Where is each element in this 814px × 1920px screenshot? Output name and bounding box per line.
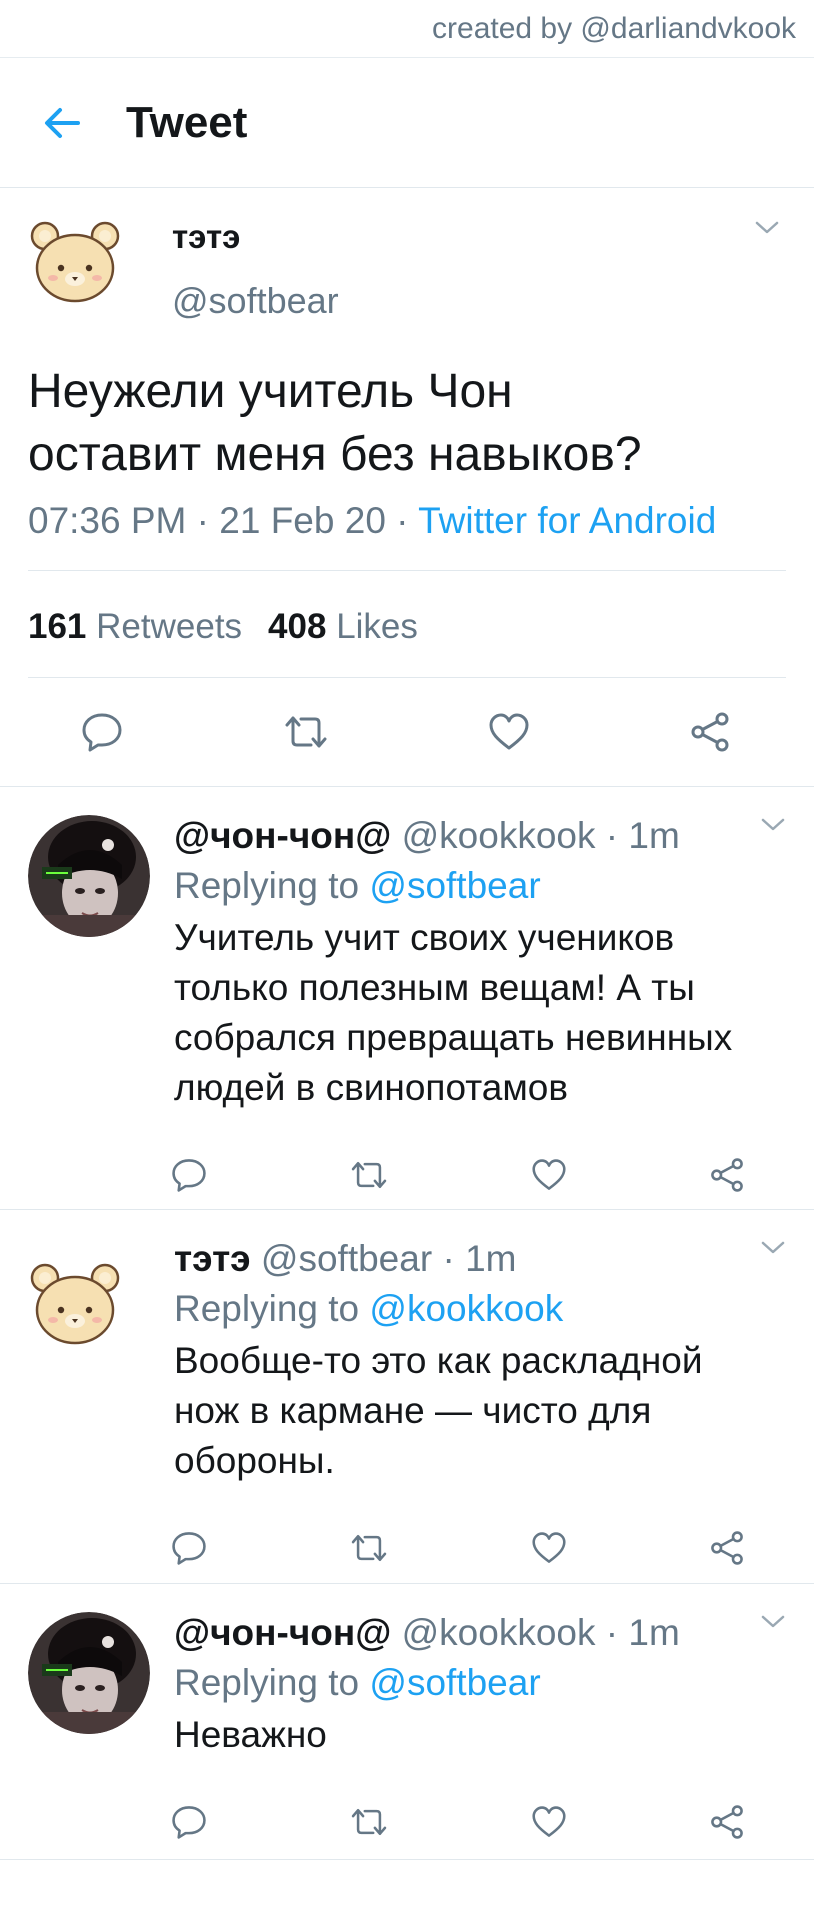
reply-tweet[interactable]: @чон-чон@ @kookkook · 1m Replying to @so… xyxy=(0,787,814,1210)
reply-text-line: людей в свинопотамов xyxy=(174,1067,568,1108)
tweet-text: Неужели учитель Чон оставит меня без нав… xyxy=(28,360,786,486)
chevron-down-icon[interactable] xyxy=(760,1614,786,1630)
reply-icon[interactable] xyxy=(170,1804,208,1840)
chevron-down-icon[interactable] xyxy=(760,817,786,833)
chevron-down-icon[interactable] xyxy=(754,220,780,236)
replying-prefix: Replying to xyxy=(174,1288,370,1329)
separator: · xyxy=(385,500,419,541)
chevron-down-icon[interactable] xyxy=(760,1240,786,1256)
reply-time: 1m xyxy=(628,1612,680,1653)
tweet-text-line: оставит меня без навыков? xyxy=(28,428,642,481)
reply-text: Учитель учит своих учеников только полез… xyxy=(174,913,786,1113)
reply-icon[interactable] xyxy=(170,1157,208,1193)
tweet-date: 21 Feb 20 xyxy=(219,500,386,541)
reply-header: @чон-чон@ @kookkook · 1m xyxy=(174,1612,786,1654)
reply-text-line: Учитель учит своих учеников xyxy=(174,917,675,958)
author-name[interactable]: тэтэ xyxy=(172,218,339,256)
credit-text: created by @darliandvkook xyxy=(0,0,814,58)
heart-icon[interactable] xyxy=(530,1158,568,1192)
reply-author-handle[interactable]: @kookkook xyxy=(402,815,596,856)
heart-icon[interactable] xyxy=(530,1805,568,1839)
main-tweet: тэтэ @softbear Неужели учитель Чон остав… xyxy=(0,188,814,787)
heart-icon[interactable] xyxy=(530,1531,568,1565)
client-link[interactable]: Twitter for Android xyxy=(418,500,716,541)
replying-prefix: Replying to xyxy=(174,865,370,906)
arrow-left-icon xyxy=(45,107,80,138)
replying-to-link[interactable]: @softbear xyxy=(369,1662,540,1703)
page-title: Tweet xyxy=(126,97,248,147)
reply-time: 1m xyxy=(628,815,680,856)
share-icon[interactable] xyxy=(708,1530,746,1566)
share-icon[interactable] xyxy=(708,1804,746,1840)
replying-to: Replying to @kookkook xyxy=(174,1288,786,1330)
retweet-icon[interactable] xyxy=(348,1806,390,1838)
reply-author-handle[interactable]: @kookkook xyxy=(402,1612,596,1653)
reply-header: @чон-чон@ @kookkook · 1m xyxy=(174,815,786,857)
replying-to-link[interactable]: @kookkook xyxy=(369,1288,563,1329)
retweet-icon[interactable] xyxy=(348,1159,390,1191)
separator: · xyxy=(432,1238,466,1279)
likes-count: 408 xyxy=(268,607,327,646)
bear-avatar[interactable] xyxy=(28,1258,122,1352)
share-icon[interactable] xyxy=(708,1157,746,1193)
bear-avatar[interactable] xyxy=(28,216,122,310)
author-handle[interactable]: @softbear xyxy=(172,280,339,322)
reply-text: Неважно xyxy=(174,1710,786,1760)
engagement-counts: 161 Retweets 408 Likes xyxy=(28,571,786,678)
tweet-text-line: Неужели учитель Чон xyxy=(28,365,513,418)
reply-icon[interactable] xyxy=(170,1530,208,1566)
replying-to: Replying to @softbear xyxy=(174,865,786,907)
replying-to: Replying to @softbear xyxy=(174,1662,786,1704)
likes-label: Likes xyxy=(336,607,418,646)
reply-author-handle[interactable]: @softbear xyxy=(261,1238,432,1279)
reply-tweet[interactable]: тэтэ @softbear · 1m Replying to @kookkoo… xyxy=(0,1210,814,1584)
reply-text-line: Неважно xyxy=(174,1714,327,1755)
reply-text-line: нож в кармане — чисто для xyxy=(174,1390,652,1431)
reply-icon[interactable] xyxy=(80,711,124,753)
replying-prefix: Replying to xyxy=(174,1662,370,1703)
reply-author-name[interactable]: @чон-чон@ xyxy=(174,1612,391,1653)
heart-icon[interactable] xyxy=(487,712,531,752)
back-button[interactable] xyxy=(0,58,126,187)
retweet-icon[interactable] xyxy=(281,713,331,751)
reply-header: тэтэ @softbear · 1m xyxy=(174,1238,786,1280)
reply-tweet[interactable]: @чон-чон@ @kookkook · 1m Replying to @so… xyxy=(0,1584,814,1860)
replying-to-link[interactable]: @softbear xyxy=(369,865,540,906)
retweets-stat[interactable]: 161 Retweets xyxy=(28,607,242,646)
user-avatar[interactable] xyxy=(28,1612,150,1734)
reply-text-line: собрался превращать невинных xyxy=(174,1017,733,1058)
reply-text-line: Вообще-то это как раскладной xyxy=(174,1340,703,1381)
separator: · xyxy=(186,500,220,541)
tweet-actions xyxy=(28,678,786,786)
likes-stat[interactable]: 408 Likes xyxy=(268,607,418,646)
reply-text-line: только полезным вещам! А ты xyxy=(174,967,695,1008)
retweet-icon[interactable] xyxy=(348,1532,390,1564)
retweets-label: Retweets xyxy=(96,607,243,646)
reply-author-name[interactable]: тэтэ xyxy=(174,1238,251,1279)
reply-text: Вообще-то это как раскладной нож в карма… xyxy=(174,1336,786,1486)
top-bar: Tweet xyxy=(0,58,814,188)
reply-text-line: обороны. xyxy=(174,1440,335,1481)
separator: · xyxy=(595,815,629,856)
reply-author-name[interactable]: @чон-чон@ xyxy=(174,815,391,856)
tweet-meta: 07:36 PM · 21 Feb 20 · Twitter for Andro… xyxy=(28,500,786,571)
reply-time: 1m xyxy=(465,1238,517,1279)
reply-actions xyxy=(170,1766,786,1878)
retweets-count: 161 xyxy=(28,607,87,646)
tweet-time: 07:36 PM xyxy=(28,500,187,541)
share-icon[interactable] xyxy=(688,711,732,753)
user-avatar[interactable] xyxy=(28,815,150,937)
separator: · xyxy=(595,1612,629,1653)
